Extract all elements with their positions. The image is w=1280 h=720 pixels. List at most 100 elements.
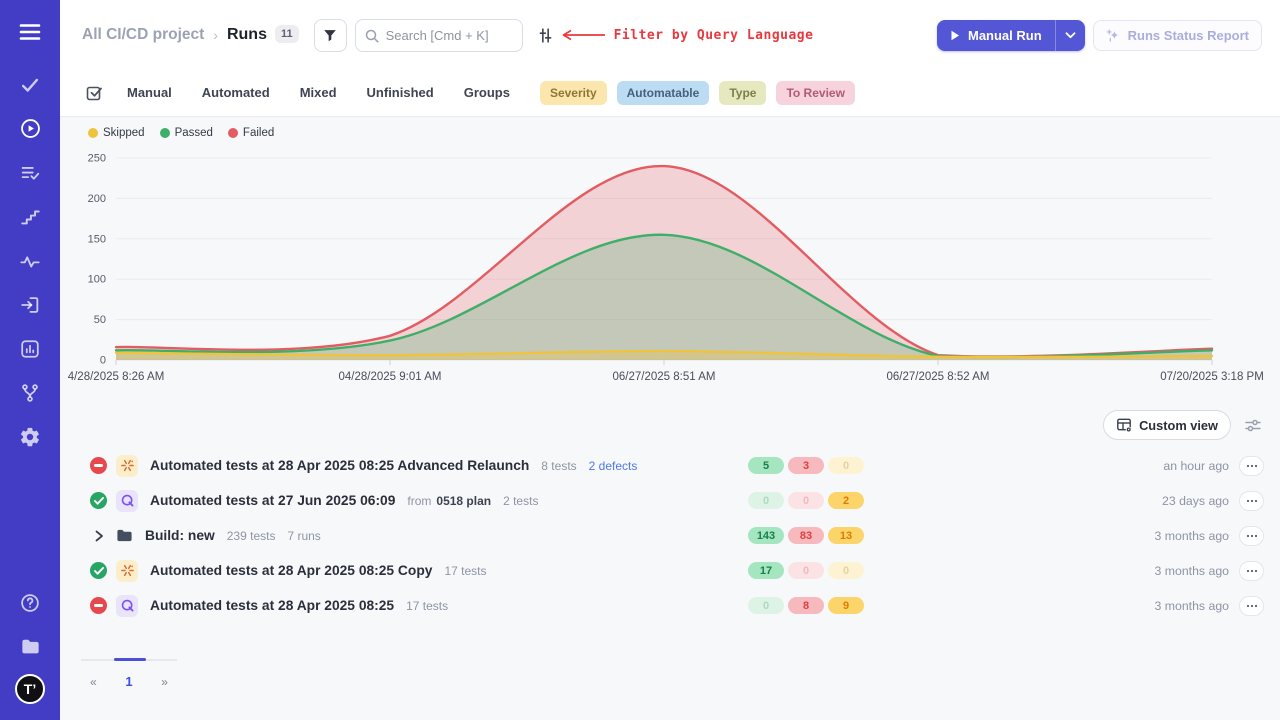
sidebar-item-imports[interactable]: [10, 294, 50, 318]
breadcrumb-project[interactable]: All CI/CD project: [82, 26, 204, 44]
filter-button[interactable]: [314, 19, 347, 52]
run-row[interactable]: Automated tests at 27 Jun 2025 06:09from…: [60, 483, 1280, 518]
sidebar-item-settings[interactable]: [10, 426, 50, 450]
run-meta-defects-link[interactable]: 2 defects: [589, 459, 638, 473]
tag-type[interactable]: Type: [719, 81, 766, 105]
sidebar-item-projects[interactable]: [10, 636, 50, 660]
expand-group-button[interactable]: [90, 530, 107, 542]
sidebar-item-integrations[interactable]: [10, 382, 50, 406]
pagination-page-1[interactable]: 1: [125, 674, 132, 689]
tests-icon: [19, 74, 41, 99]
runs-count-badge: 11: [275, 25, 299, 43]
tab-automated[interactable]: Automated: [202, 85, 270, 100]
tabs-bar: Manual Automated Mixed Unfinished Groups Sev…: [60, 70, 1280, 117]
manual-run-label: Manual Run: [968, 28, 1042, 43]
legend-dot: [88, 128, 98, 138]
run-title[interactable]: Automated tests at 28 Apr 2025 08:25: [150, 598, 394, 613]
chart-legend: Skipped Passed Failed: [60, 123, 1280, 143]
count-failed: 83: [788, 527, 824, 544]
run-meta: 17 tests: [406, 599, 448, 613]
row-menu-button[interactable]: [1239, 526, 1264, 546]
annotation: Filter by Query Language: [561, 28, 814, 43]
runs-area-chart: 0501001502002504/28/2025 8:26 AM04/28/20…: [60, 143, 1280, 395]
tab-manual[interactable]: Manual: [127, 85, 172, 100]
run-title[interactable]: Automated tests at 27 Jun 2025 06:09: [150, 493, 395, 508]
tab-groups[interactable]: Groups: [464, 85, 510, 100]
row-menu-button[interactable]: [1239, 456, 1264, 476]
ellipsis-icon: [1246, 604, 1258, 608]
row-menu-button[interactable]: [1239, 491, 1264, 511]
list-settings-button[interactable]: [1244, 417, 1262, 434]
run-title[interactable]: Build: new: [145, 528, 215, 543]
breadcrumb-separator: ›: [213, 27, 218, 43]
row-menu-button[interactable]: [1239, 596, 1264, 616]
play-icon: [950, 30, 960, 41]
result-counts: 1700: [748, 562, 864, 579]
sidebar-item-analytics[interactable]: [10, 338, 50, 362]
result-counts: 1438313: [748, 527, 864, 544]
y-tick-label: 200: [88, 193, 106, 205]
tag-automatable[interactable]: Automatable: [617, 81, 710, 105]
legend-label: Skipped: [103, 127, 145, 139]
qase-run-icon: [116, 490, 138, 512]
sidebar-item-tests[interactable]: [10, 74, 50, 98]
run-row[interactable]: Automated tests at 28 Apr 2025 08:25 17 t…: [60, 588, 1280, 623]
search-input[interactable]: [355, 19, 523, 52]
tag-severity[interactable]: Severity: [540, 81, 607, 105]
y-tick-label: 50: [94, 314, 106, 326]
run-time: an hour ago: [1163, 459, 1229, 473]
legend-label: Failed: [243, 127, 274, 139]
tab-mixed[interactable]: Mixed: [300, 85, 337, 100]
status-passed-icon: [90, 562, 107, 579]
view-toolbar: Custom view: [60, 410, 1280, 440]
content: SkippedPassedFailed 0501001502002504/28/…: [60, 117, 1280, 689]
run-title[interactable]: Automated tests at 28 Apr 2025 08:25 Cop…: [150, 563, 432, 578]
run-time: 3 months ago: [1154, 529, 1229, 543]
manual-run-dropdown-button[interactable]: [1055, 20, 1085, 51]
run-title[interactable]: Automated tests at 28 Apr 2025 08:25 Adv…: [150, 458, 529, 473]
tag-pills: Severity Automatable Type To Review: [540, 81, 865, 105]
sidebar-bottom: [10, 592, 50, 660]
pagination-next-button[interactable]: »: [161, 675, 168, 689]
run-meta: 8 tests: [541, 459, 576, 473]
pagination-active-indicator: [114, 658, 146, 661]
sidebar-nav: [10, 74, 50, 450]
y-tick-label: 0: [100, 355, 106, 367]
count-skipped: 13: [828, 527, 864, 544]
tag-to-review[interactable]: To Review: [776, 81, 854, 105]
custom-view-label: Custom view: [1139, 418, 1218, 433]
sidebar-item-runs[interactable]: [10, 118, 50, 142]
sidebar-item-activity[interactable]: [10, 250, 50, 274]
runs-status-report-button[interactable]: Runs Status Report: [1093, 20, 1262, 51]
sidebar-item-help[interactable]: [10, 592, 50, 616]
run-row[interactable]: Build: new239 tests7 runs14383133 months…: [60, 518, 1280, 553]
manual-run-button[interactable]: Manual Run: [937, 20, 1055, 51]
legend-label: Passed: [175, 127, 213, 139]
avatar[interactable]: T’: [15, 674, 45, 704]
pagination-prev-button[interactable]: «: [90, 675, 97, 689]
sidebar-item-steps[interactable]: [10, 206, 50, 230]
count-passed: 17: [748, 562, 784, 579]
sidebar-item-plans[interactable]: [10, 162, 50, 186]
sidebar: T’: [0, 0, 60, 720]
row-menu-button[interactable]: [1239, 561, 1264, 581]
status-passed-icon: [90, 492, 107, 509]
custom-view-button[interactable]: Custom view: [1103, 410, 1231, 440]
x-tick-label: 4/28/2025 8:26 AM: [68, 371, 165, 383]
tab-unfinished[interactable]: Unfinished: [367, 85, 434, 100]
x-tick-label: 07/20/2025 3:18 PM: [1160, 371, 1264, 383]
select-runs-icon[interactable]: [85, 84, 103, 102]
count-skipped: 0: [828, 457, 864, 474]
count-skipped: 9: [828, 597, 864, 614]
count-failed: 0: [788, 562, 824, 579]
integrations-icon: [19, 382, 41, 407]
breadcrumb-page: Runs: [227, 26, 267, 44]
menu-icon[interactable]: [10, 20, 50, 44]
run-row[interactable]: Automated tests at 28 Apr 2025 08:25 Adv…: [60, 448, 1280, 483]
run-row[interactable]: Automated tests at 28 Apr 2025 08:25 Cop…: [60, 553, 1280, 588]
query-filter-button[interactable]: [537, 27, 554, 44]
ellipsis-icon: [1246, 534, 1258, 538]
projects-icon: [19, 635, 42, 661]
ellipsis-icon: [1246, 569, 1258, 573]
folder-icon: [116, 528, 133, 543]
